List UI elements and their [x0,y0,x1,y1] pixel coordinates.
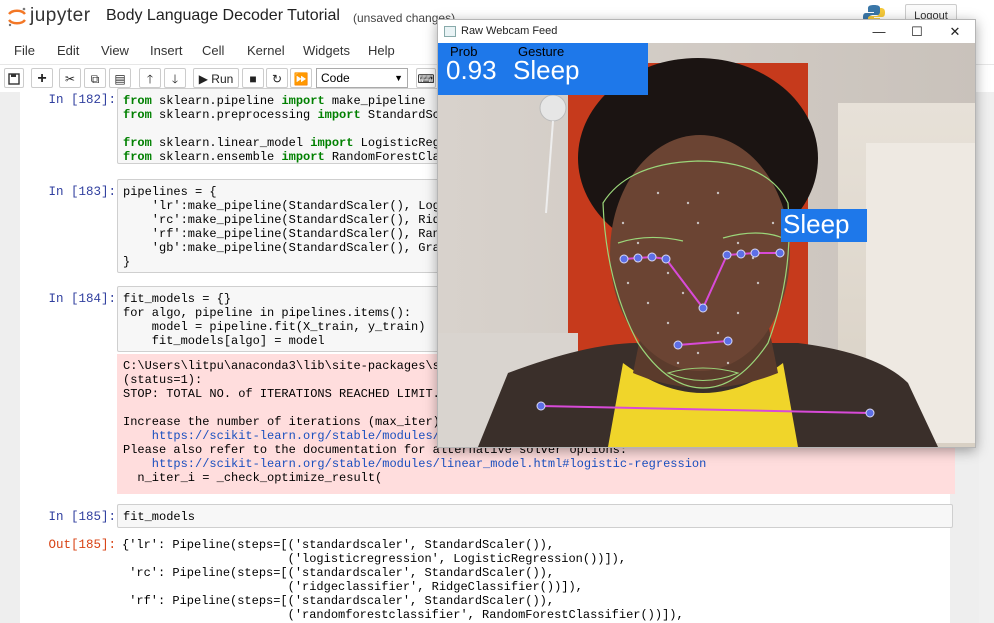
notebook-title[interactable]: Body Language Decoder Tutorial [106,7,340,25]
code-line: pipelines = { [123,185,217,199]
run-button[interactable]: ▶ Run [193,68,239,88]
stderr-line: (status=1): [123,373,203,387]
window-icon [444,26,456,37]
paste-button[interactable]: ▤ [109,68,131,88]
output-line: 'rc': Pipeline(steps=[('standardscaler',… [122,566,555,580]
output-line: ('ridgeclassifier', RidgeClassifier())])… [122,580,583,594]
copy-icon: ⧉ [90,72,100,86]
cell-185-prompt: In [185]: [48,510,116,524]
gesture-value: Sleep [513,55,580,85]
close-button[interactable]: ✕ [940,22,970,42]
output-line: 'rf': Pipeline(steps=[('standardscaler',… [122,594,555,608]
restart-button[interactable]: ↻ [266,68,288,88]
move-down-button[interactable]: 🡓 [164,68,186,88]
code-line: fit_models [123,510,196,524]
arrow-down-icon: 🡓 [171,72,179,86]
stderr-line: STOP: TOTAL NO. of ITERATIONS REACHED LI… [123,387,440,401]
code-line: for algo, pipeline in pipelines.items(): [123,306,412,320]
output-line: ('randomforestclassifier', RandomForestC… [122,608,684,622]
stderr-link[interactable]: https://scikit-learn.org/stable/modules/… [123,457,707,471]
minimize-button[interactable]: — [864,22,894,42]
cell-185-out-prompt: Out[185]: [48,538,116,552]
keyboard-icon: ⌨ [417,72,435,86]
menu-file[interactable]: File [14,43,35,58]
menu-insert[interactable]: Insert [150,43,183,58]
fast-forward-icon: ⏩ [293,72,309,86]
face-label-box: Sleep [781,209,867,242]
code-line: from sklearn.preprocessing import Standa… [123,108,469,122]
plus-icon: + [37,70,47,87]
prob-value: 0.93 [446,55,497,85]
menu-kernel[interactable]: Kernel [247,43,285,58]
jupyter-brand[interactable]: jupyter [30,5,91,27]
code-cell-185[interactable]: fit_models [117,504,953,528]
menu-cell[interactable]: Cell [202,43,224,58]
menu-help[interactable]: Help [368,43,395,58]
command-palette-button[interactable]: ⌨ [416,68,436,88]
move-up-button[interactable]: 🡑 [139,68,161,88]
cell-182-prompt: In [182]: [48,93,116,107]
maximize-button[interactable]: ☐ [902,22,932,42]
stop-icon: ■ [249,72,257,86]
webcam-window[interactable]: Raw Webcam Feed — ☐ ✕ Prob Gesture 0.93 … [437,19,976,448]
paste-icon: ▤ [114,72,126,86]
output-line: ('logisticregression', LogisticRegressio… [122,552,627,566]
chevron-down-icon: ▼ [394,73,403,83]
arrow-up-icon: 🡑 [146,72,154,86]
scissors-icon: ✂ [64,72,76,86]
code-line: fit_models = {} [123,292,232,306]
prediction-overlay: Prob Gesture 0.93 Sleep [438,43,648,95]
code-line: } [123,255,131,269]
interrupt-button[interactable]: ■ [242,68,264,88]
insert-cell-button[interactable]: + [31,68,53,88]
code-line: from sklearn.pipeline import make_pipeli… [123,94,426,108]
stderr-line: n_iter_i = _check_optimize_result( [123,471,383,485]
run-label: Run [211,72,234,86]
menu-widgets[interactable]: Widgets [303,43,350,58]
webcam-titlebar[interactable]: Raw Webcam Feed — ☐ ✕ [438,20,975,43]
cut-button[interactable]: ✂ [59,68,81,88]
webcam-frame-image [438,43,975,447]
cell-type-select[interactable]: Code ▼ [316,68,408,88]
code-line: model = pipeline.fit(X_train, y_train) [123,320,426,334]
copy-button[interactable]: ⧉ [84,68,106,88]
save-icon [8,73,20,85]
face-class-label: Sleep [783,209,850,239]
cell-183-prompt: In [183]: [48,185,116,199]
menu-view[interactable]: View [101,43,129,58]
save-button[interactable] [4,68,24,88]
restart-run-all-button[interactable]: ⏩ [290,68,312,88]
jupyter-logo-icon[interactable] [6,6,28,28]
cell-184-prompt: In [184]: [48,292,116,306]
restart-icon: ↻ [271,72,283,86]
webcam-feed: Prob Gesture 0.93 Sleep Sleep [438,43,975,447]
menu-edit[interactable]: Edit [57,43,79,58]
play-icon: ▶ [198,72,208,86]
cell-type-value: Code [321,71,350,85]
code-line: fit_models[algo] = model [123,334,325,348]
webcam-window-title: Raw Webcam Feed [461,25,558,37]
page-scrollbar[interactable] [979,92,994,623]
output-line: {'lr': Pipeline(steps=[('standardscaler'… [122,538,555,552]
